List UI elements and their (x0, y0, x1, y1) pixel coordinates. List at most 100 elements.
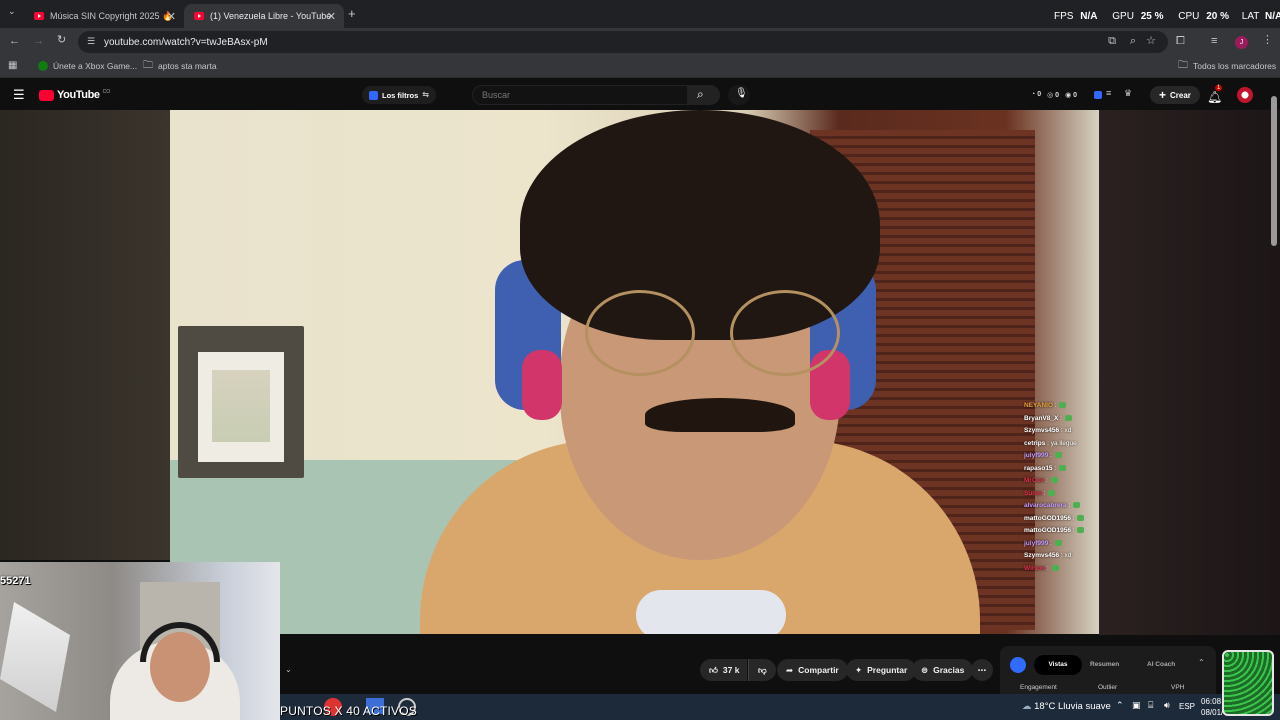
clock-time: 06:08 (1201, 697, 1222, 706)
weather-widget[interactable]: ☁ 18°C Lluvia suave (1022, 701, 1111, 712)
chat-emote-icon (1059, 402, 1067, 409)
microphone-icon: 🎙 (735, 88, 748, 99)
tray-chevron-icon[interactable]: ⌃ (1116, 701, 1124, 710)
chat-emote-icon (1051, 564, 1059, 571)
profile-avatar[interactable]: J (1235, 36, 1248, 49)
forward-icon[interactable]: → (33, 36, 44, 47)
ask-label: Preguntar (867, 665, 908, 675)
network-icon[interactable]: ⌸ (1148, 701, 1153, 710)
more-menu-icon[interactable]: ⋮ (1262, 35, 1273, 46)
chat-emote-icon (1054, 539, 1062, 546)
chat-separator: : (1070, 514, 1077, 522)
windows-taskbar: ⌃ ▣ ⌸ 🔊︎ ESP (280, 694, 1280, 720)
voice-search-button[interactable]: 🎙 (728, 85, 750, 105)
panel-tab-resumen[interactable]: Resumen (1090, 661, 1119, 668)
apps-grid-icon[interactable]: ▦ (8, 61, 17, 71)
close-tab-icon[interactable]: ✕ (327, 10, 336, 23)
counter-1: ◔ 0 (1031, 91, 1042, 98)
channel-avatar[interactable] (1237, 87, 1253, 103)
country-code: CO (102, 89, 111, 95)
chat-username: cetrips (1024, 439, 1046, 447)
panel-ext-icon[interactable] (1010, 657, 1026, 673)
live-chat-overlay: NEYANIO : BryanV8_X : Szymvs456 : xd cetr… (1024, 400, 1100, 576)
like-button[interactable]: 👍︎ 37 k (700, 659, 748, 681)
zoom-icon[interactable]: ⌕ (1130, 36, 1136, 47)
reading-list-icon[interactable]: ≡ (1211, 36, 1217, 47)
taskbar-clock[interactable]: 06:08 08/01/ (1201, 696, 1223, 718)
performance-overlay: FPS N/A GPU 25 % CPU 20 % LAT N/A (1054, 11, 1280, 22)
chat-username: julyf999 (1024, 452, 1049, 459)
clock-date: 08/01/ (1201, 708, 1224, 717)
fps-label: FPS (1054, 11, 1074, 22)
hamburger-menu-icon[interactable]: ☰ (13, 88, 25, 101)
col-outlier: Outlier (1098, 684, 1118, 691)
facecam-counter: 55271 (0, 575, 31, 587)
tab-venezuela-libre[interactable]: (1) Venezuela Libre - YouTube ✕ (184, 4, 344, 28)
site-info-icon[interactable]: ☰ (87, 37, 95, 46)
chat-username: MrCue (1024, 477, 1045, 484)
language-indicator[interactable]: ESP (1179, 702, 1195, 711)
chat-emote-icon (1050, 477, 1058, 484)
chat-emote-icon (1054, 452, 1062, 459)
trophy-icon[interactable]: ♛ (1124, 89, 1132, 98)
filter-ext-icon (369, 90, 378, 100)
address-bar[interactable]: ☰ youtube.com/watch?v=twJeBAsx-pM ⧉ ⌕ ☆ (78, 31, 1168, 53)
list-icon[interactable]: ≡ (1106, 89, 1111, 98)
panel-tab-ai-coach[interactable]: AI Coach (1147, 661, 1175, 668)
chat-emote-icon (1064, 414, 1072, 421)
chat-separator: : (1058, 414, 1064, 422)
search-input[interactable]: Buscar (472, 85, 688, 105)
page-scrollbar[interactable] (1271, 96, 1277, 246)
all-bookmarks[interactable]: 🗀 Todos los marcadores (1178, 60, 1276, 72)
bookmark-label: Únete a Xbox Game... (53, 61, 138, 71)
panel-tab-vistas[interactable]: Vistas (1034, 655, 1082, 675)
chevron-down-icon[interactable]: ⌄ (285, 666, 292, 674)
xbox-icon (38, 61, 48, 71)
notifications-button[interactable]: 🔔︎ 1 (1207, 85, 1223, 106)
chat-username: BryanV8_X (1024, 414, 1059, 422)
bell-icon: 🔔︎ (1207, 90, 1223, 104)
more-actions-button[interactable]: ⋯ (971, 659, 993, 681)
share-button[interactable]: ➦ Compartir (777, 659, 848, 681)
filters-button[interactable]: Los filtros ⇆ (362, 86, 436, 104)
bookmark-xbox[interactable]: Únete a Xbox Game... (38, 61, 137, 71)
volume-icon[interactable]: 🔊︎ (1164, 701, 1170, 710)
bookmark-aptos[interactable]: 🗀 aptos sta marta (143, 61, 217, 72)
chat-message: cetrips : ya llegue (1024, 438, 1100, 451)
tab-search-icon[interactable]: ⌄ (8, 7, 16, 16)
new-tab-icon[interactable]: + (348, 7, 356, 20)
extension-badge-icon[interactable] (1094, 91, 1102, 99)
folder-icon: 🗀 (1178, 60, 1188, 71)
tray-app-icon[interactable]: ▣ (1132, 701, 1141, 710)
plus-icon: + (1159, 88, 1167, 102)
chat-message: NEYANIO : (1024, 400, 1100, 413)
extension-counters: ◔ 0 ◎ 0 ◉ 0 (1031, 91, 1077, 99)
sparkle-icon: ✦ (855, 664, 863, 675)
tab-musica[interactable]: Música SIN Copyright 2025 🔥 ✕ (24, 4, 184, 28)
chat-message: Szymvs456 : xd (1024, 425, 1100, 438)
bookmark-star-icon[interactable]: ☆ (1146, 36, 1156, 47)
chat-username: Wilson (1024, 564, 1046, 572)
gpu-label: GPU (1112, 11, 1134, 22)
close-tab-icon[interactable]: ✕ (167, 10, 176, 23)
tab-title: (1) Venezuela Libre - YouTube (210, 11, 332, 21)
weather-text: 18°C Lluvia suave (1034, 701, 1111, 712)
search-icon: ⌕ (697, 87, 704, 101)
glasses-left (585, 290, 695, 376)
extensions-icon[interactable]: ⧠ (1176, 36, 1185, 47)
collapse-icon[interactable]: ⌃ (1198, 659, 1205, 667)
thanks-button[interactable]: ⊜ Gracias (912, 659, 974, 681)
chat-message: julyf999 : (1024, 538, 1100, 551)
reload-icon[interactable]: ↻ (57, 35, 66, 46)
youtube-logo[interactable]: YouTube CO (39, 89, 110, 101)
search-button[interactable]: ⌕ (688, 85, 720, 105)
back-icon[interactable]: ← (9, 36, 20, 47)
streamer-moustache (645, 398, 795, 432)
dislike-button[interactable]: 👎︎ (748, 659, 776, 681)
video-player[interactable] (170, 110, 1099, 634)
ask-button[interactable]: ✦ Preguntar (846, 659, 917, 681)
more-dots-icon: ⋯ (977, 664, 987, 675)
install-app-icon[interactable]: ⧉ (1108, 36, 1116, 47)
create-button[interactable]: + Crear (1150, 86, 1200, 104)
chat-username: NEYANIO (1024, 402, 1054, 409)
